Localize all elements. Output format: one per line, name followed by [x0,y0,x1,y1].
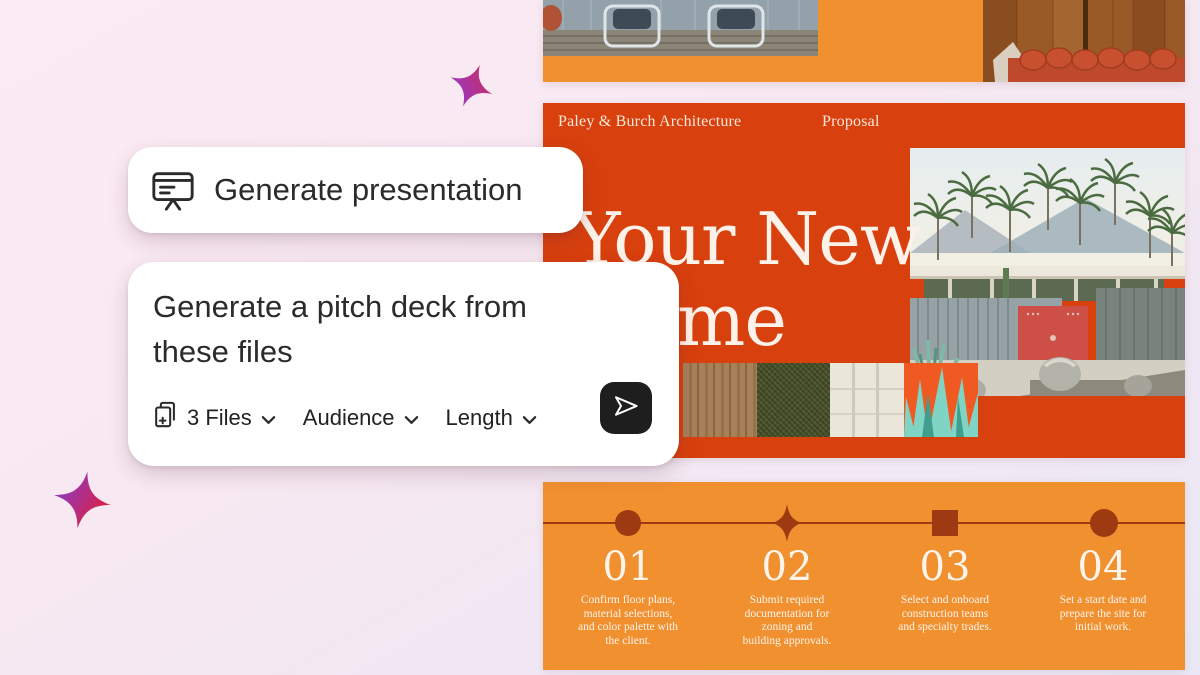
step-text: Submit required documentation for zoning… [712,594,862,648]
material-swatches [683,363,977,437]
step-number: 02 [712,544,862,590]
timeline-star-marker [770,504,804,547]
prompt-input-text[interactable]: Generate a pitch deck from these files [153,284,527,374]
prompt-controls: 3 Files Audience Length [153,402,537,434]
audience-label: Audience [303,405,395,431]
chevron-down-icon [404,405,419,431]
white-panel-swatch [830,363,904,437]
step-text: Set a start date and prepare the site fo… [1028,594,1178,635]
sparkle-icon [47,465,117,539]
canvas: Paley & Burch Architecture Proposal [0,0,1200,675]
generate-presentation-label: Generate presentation [214,172,523,208]
green-fabric-swatch [757,363,831,437]
step-text: Confirm floor plans, material selections… [553,594,703,648]
generate-presentation-chip[interactable]: Generate presentation [128,147,583,233]
wood-couch-photo [983,0,1185,82]
length-label: Length [446,405,513,431]
step-text: Select and onboard construction teams an… [870,594,1020,635]
files-label: 3 Files [187,405,252,431]
timeline-square-marker [932,510,958,536]
send-button[interactable] [600,382,652,434]
slide-timeline: 01 02 03 04 Confirm floor plans, materia… [543,482,1185,670]
copy-add-icon [153,401,178,435]
slide-header-company: Paley & Burch Architecture [558,113,741,131]
slide-header-proposal: Proposal [822,113,880,131]
agave-swatch [904,363,978,437]
timeline-circle-marker [615,510,641,536]
length-dropdown[interactable]: Length [446,405,537,431]
wood-swatch [683,363,757,437]
timeline-circle-marker [1090,509,1118,537]
slide-interior-photos [543,0,1185,82]
step-number: 03 [870,544,1020,590]
chevron-down-icon [261,405,276,431]
prompt-card[interactable]: Generate a pitch deck from these files 3… [128,262,679,466]
presentation-board-icon [150,167,196,213]
files-dropdown[interactable]: 3 Files [153,401,276,435]
step-number: 01 [553,544,703,590]
house-photo [910,148,1185,396]
chevron-down-icon [522,405,537,431]
audience-dropdown[interactable]: Audience [303,405,419,431]
sparkle-icon [439,55,502,121]
send-arrow-icon [611,391,641,426]
step-number: 04 [1028,544,1178,590]
chairs-photo [543,0,818,56]
